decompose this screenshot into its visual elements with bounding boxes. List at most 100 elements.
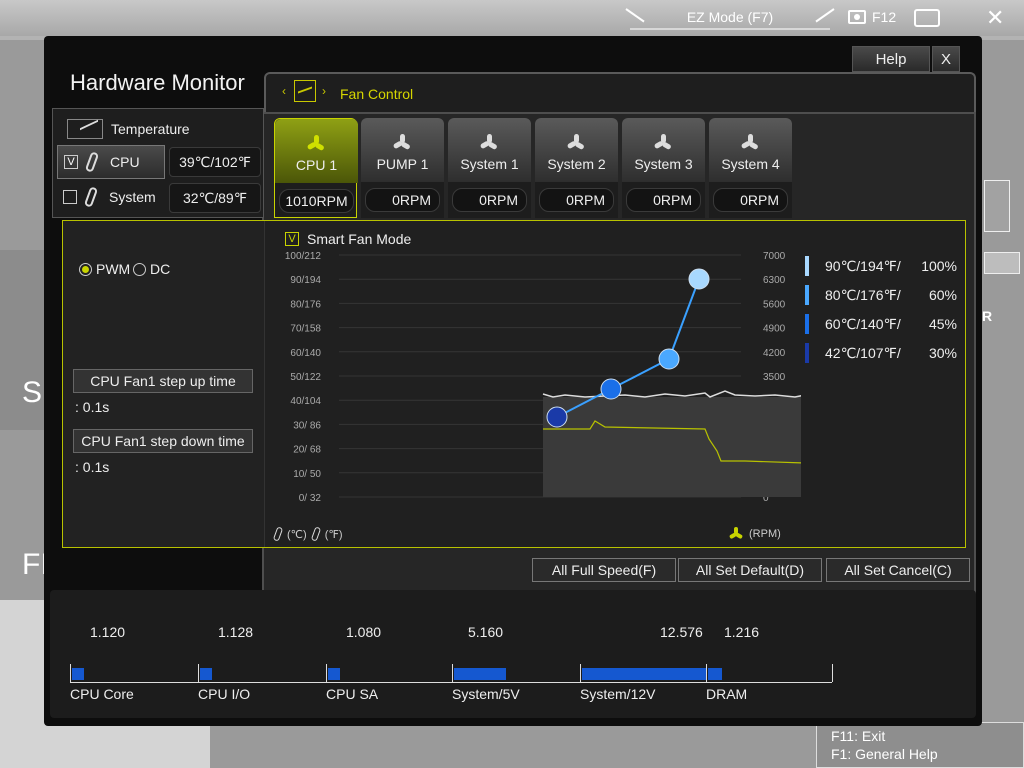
legend-temp: 42℃/107℉/ [825, 345, 901, 361]
legend-percent: 100% [921, 258, 957, 274]
temp-tick-label: 80/176 [290, 299, 321, 310]
fan-tab[interactable]: PUMP 1 0RPM [361, 118, 444, 218]
fan-tab-list: CPU 1 1010RPM PUMP 1 0RPM System 1 0RPM System… [274, 118, 794, 218]
ez-mode-button[interactable]: EZ Mode (F7) [630, 6, 830, 30]
help-button[interactable]: Help [852, 46, 930, 72]
smart-fan-mode-toggle[interactable]: V Smart Fan Mode [285, 231, 411, 247]
step-down-time-value: : 0.1s [75, 459, 110, 475]
voltage-tick [580, 664, 581, 682]
fan-tab[interactable]: System 4 0RPM [709, 118, 792, 218]
voltage-axis [70, 682, 832, 683]
legend-swatch [805, 285, 809, 305]
curve-point[interactable] [658, 348, 680, 370]
temp-source-cpu[interactable]: V CPU [57, 145, 165, 179]
legend-percent: 45% [928, 316, 957, 332]
voltage-value: 1.216 [724, 624, 760, 640]
voltage-panel: 1.120 CPU Core 1.128 CPU I/O 1.080 CPU SA 5.16… [50, 590, 976, 718]
legend-item: 42℃/107℉/ 30% [805, 340, 963, 369]
unit-fahrenheit: (℉) [324, 528, 343, 541]
all-full-speed-button[interactable]: All Full Speed(F) [532, 558, 676, 582]
screenshot-button[interactable]: F12 [848, 9, 896, 25]
step-up-time-button[interactable]: CPU Fan1 step up time [73, 369, 253, 393]
fan-icon [740, 134, 759, 152]
legend-swatch [805, 256, 809, 276]
temp-row-system[interactable]: System 32℃/89℉ [57, 181, 261, 215]
fan-icon [653, 134, 672, 152]
temp-tick-label: 90/194 [290, 275, 321, 286]
temp-source-label: System [109, 189, 156, 205]
fan-tab[interactable]: System 2 0RPM [535, 118, 618, 218]
legend-temp: 80℃/176℉/ [825, 287, 901, 303]
fan-mode-panel: PWM DC CPU Fan1 step up time : 0.1s CPU … [63, 221, 265, 547]
rpm-tick-label: 7000 [763, 251, 786, 262]
dc-label: DC [150, 261, 171, 277]
all-set-cancel-button[interactable]: All Set Cancel(C) [826, 558, 970, 582]
temp-source-system[interactable]: System [57, 181, 165, 215]
step-down-time-button[interactable]: CPU Fan1 step down time [73, 429, 253, 453]
temperature-title: Temperature [111, 121, 190, 137]
unit-celsius: (℃) [287, 528, 307, 541]
cpu-temp-checkbox[interactable]: V [64, 155, 78, 169]
fan-settings-panel: PWM DC CPU Fan1 step up time : 0.1s CPU … [62, 220, 966, 548]
temperature-header: Temperature [67, 119, 190, 139]
rpm-trace [542, 390, 801, 398]
temperature-graph-icon [67, 119, 103, 139]
temp-row-cpu[interactable]: V CPU 39℃/102℉ [57, 145, 261, 179]
voltage-bar [200, 668, 212, 680]
voltage-value: 12.576 [660, 624, 703, 640]
window-close-button[interactable]: X [932, 46, 960, 72]
temp-tick-label: 100/212 [285, 251, 322, 262]
dc-radio[interactable]: DC [133, 261, 170, 277]
fan-curve-graph[interactable]: 100/212 7000 90/194 6300 80/176 5600 70/158 490… [265, 251, 801, 527]
temp-tick-label: 40/104 [290, 396, 321, 407]
temp-value: 32℃/89℉ [169, 183, 261, 213]
voltage-bar [708, 668, 722, 680]
f12-label: F12 [872, 9, 897, 25]
curve-point[interactable] [546, 406, 568, 428]
fan-name: System 2 [547, 156, 606, 172]
fan-control-header: ‹ › Fan Control [264, 72, 976, 112]
temperature-panel: Temperature V CPU 39℃/102℉ System 32℃/89… [52, 108, 264, 218]
voltage-tick [326, 664, 327, 682]
fan-tab[interactable]: CPU 1 1010RPM [274, 118, 358, 218]
all-set-default-button[interactable]: All Set Default(D) [678, 558, 822, 582]
temp-tick-label: 60/140 [290, 348, 321, 359]
nav-left-icon[interactable]: ‹ [282, 84, 286, 98]
close-icon[interactable]: ✕ [986, 6, 1004, 30]
voltage-bar [582, 668, 706, 680]
voltage-name: CPU Core [70, 686, 134, 702]
fan-icon [728, 527, 744, 541]
curve-point[interactable] [688, 268, 710, 290]
step-up-time-value: : 0.1s [75, 399, 110, 415]
pwm-label: PWM [96, 261, 131, 277]
voltage-tick [706, 664, 707, 682]
temperature-unit-label: (℃) (℉) [272, 526, 343, 542]
rpm-unit-label: (RPM) [728, 527, 781, 541]
legend-swatch [805, 343, 809, 363]
fan-name: System 3 [634, 156, 693, 172]
rpm-tick-label: 4200 [763, 348, 786, 359]
fan-icon [306, 135, 325, 153]
smart-fan-checkbox[interactable]: V [285, 232, 299, 246]
help-line-exit: F11: Exit [831, 728, 886, 744]
background-right-box [984, 180, 1010, 232]
rpm-tick-label: 4900 [763, 324, 786, 335]
favorites-icon[interactable] [914, 9, 940, 27]
fan-tab[interactable]: System 1 0RPM [448, 118, 531, 218]
voltage-tick [832, 664, 833, 682]
legend-item: 60℃/140℉/ 45% [805, 311, 963, 340]
voltage-value: 1.120 [90, 624, 126, 640]
legend-percent: 30% [928, 345, 957, 361]
temp-source-label: CPU [110, 154, 140, 170]
pwm-radio[interactable]: PWM [79, 261, 130, 277]
system-temp-checkbox[interactable] [63, 190, 77, 204]
fan-rpm: 0RPM [539, 188, 614, 212]
fan-tab[interactable]: System 3 0RPM [622, 118, 705, 218]
nav-right-icon[interactable]: › [322, 84, 326, 98]
voltage-bar [328, 668, 340, 680]
fan-name: System 1 [460, 156, 519, 172]
fan-name: PUMP 1 [376, 156, 429, 172]
curve-point[interactable] [600, 378, 622, 400]
fan-name: System 4 [721, 156, 780, 172]
legend-temp: 60℃/140℉/ [825, 316, 901, 332]
